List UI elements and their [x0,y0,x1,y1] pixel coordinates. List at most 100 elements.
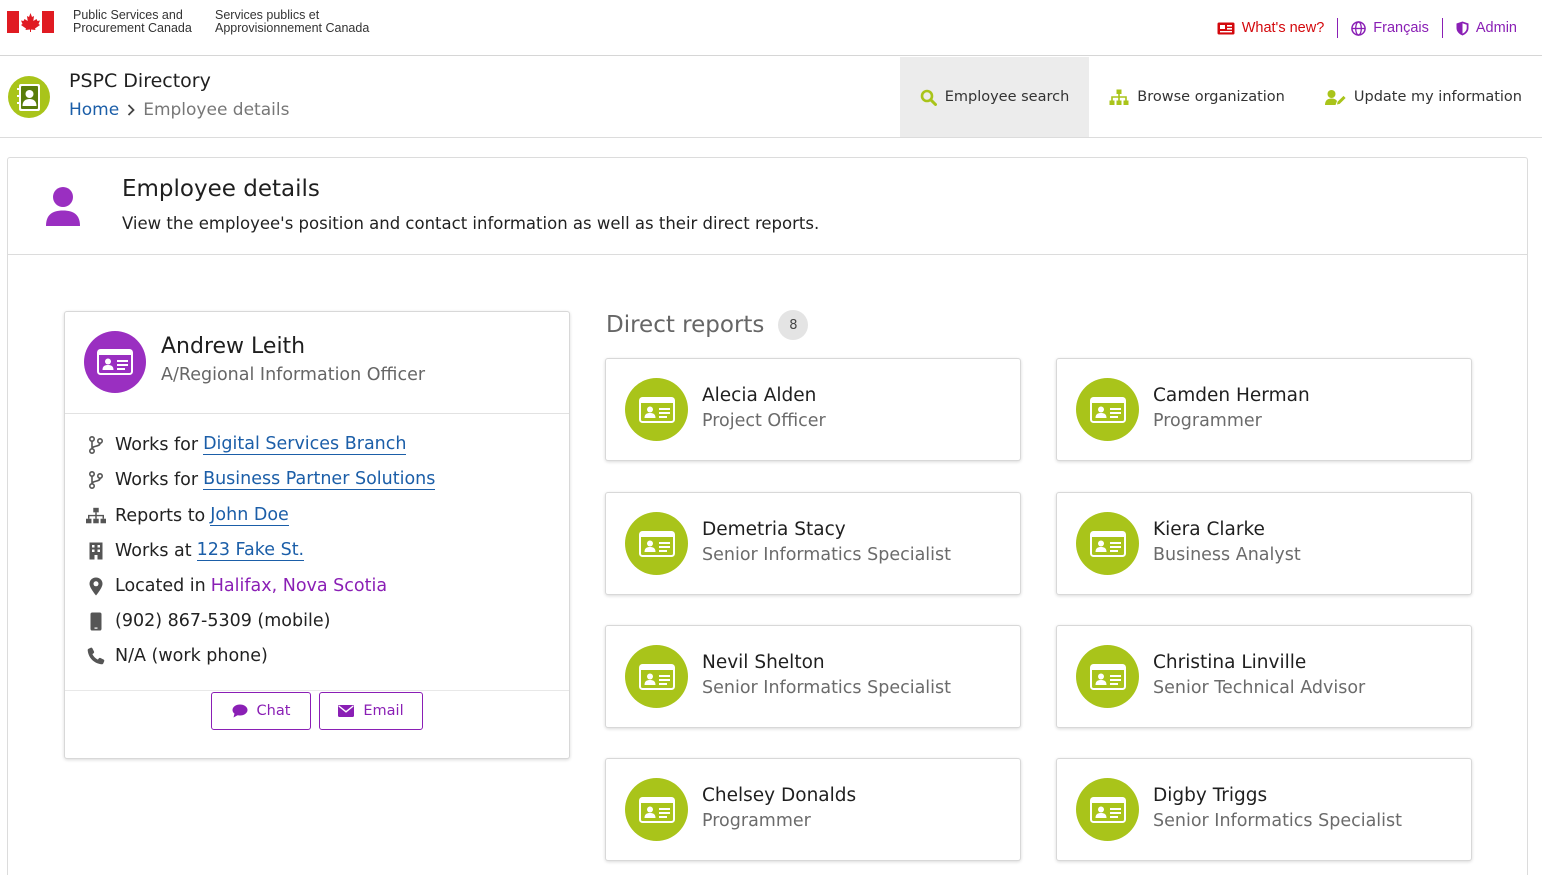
id-card-icon [97,349,133,375]
nav-browse-organization[interactable]: Browse organization [1089,57,1305,137]
id-card-icon [1089,396,1126,423]
employee-avatar [84,331,146,393]
report-name: Digby Triggs [1153,785,1268,806]
report-title: Senior Informatics Specialist [702,545,951,565]
report-avatar [1076,512,1139,575]
report-title: Business Analyst [1153,545,1301,565]
nav-update-my-information[interactable]: Update my information [1305,57,1542,137]
breadcrumb-home-link[interactable]: Home [69,100,119,120]
user-icon [46,187,80,226]
globe-icon [1351,20,1367,36]
id-card-icon [1089,796,1126,823]
id-card-icon [638,530,675,557]
id-card-icon [638,796,675,823]
language-toggle-link[interactable]: Français [1351,20,1429,36]
reports-to-row: Reports to John Doe [86,505,289,526]
department-name-fr: Services publics et Approvisionnement Ca… [215,8,370,35]
direct-reports-heading: Direct reports 8 [606,310,809,340]
direct-reports-count-badge: 8 [778,310,809,340]
id-card-icon [1089,663,1126,690]
envelope-icon [338,705,355,717]
report-name: Kiera Clarke [1153,519,1265,540]
direct-report-card[interactable]: Christina Linville Senior Technical Advis… [1056,625,1472,728]
building-icon [86,541,106,561]
direct-reports-title: Direct reports [606,312,765,338]
direct-report-card[interactable]: Nevil Shelton Senior Informatics Speciali… [605,625,1021,728]
org-chart-icon [1109,89,1129,105]
reports-to-link[interactable]: John Doe [210,505,289,526]
id-card-icon [638,663,675,690]
report-avatar [1076,378,1139,441]
breadcrumb: Home Employee details [69,100,289,120]
report-name: Nevil Shelton [702,652,825,673]
mobile-number: (902) 867-5309 (mobile) [115,611,331,631]
location-row: Located in Halifax, Nova Scotia [86,576,387,596]
employee-card-header: Andrew Leith A/Regional Information Offi… [65,312,569,414]
page-header: Employee details View the employee's pos… [8,158,1527,255]
breadcrumb-current: Employee details [143,100,290,120]
app-title: PSPC Directory [69,70,211,92]
direct-report-card[interactable]: Digby Triggs Senior Informatics Specialis… [1056,758,1472,861]
employee-actions: Chat Email [65,692,569,730]
nav-employee-search[interactable]: Employee search [899,57,1090,137]
location-value: Halifax, Nova Scotia [210,576,388,596]
works-at-row: Works at 123 Fake St. [86,540,305,561]
page-description: View the employee's position and contact… [122,214,820,233]
direct-report-card[interactable]: Alecia Alden Project Officer [605,358,1021,461]
news-icon [1217,22,1235,34]
search-icon [920,89,937,106]
chat-button[interactable]: Chat [211,692,311,730]
report-name: Chelsey Donalds [702,785,857,806]
work-phone-row: N/A (work phone) [86,646,268,666]
works-for-link-1[interactable]: Digital Services Branch [203,434,407,455]
gc-utility-links: What's new? Français Admin [1217,18,1517,38]
phone-icon [86,646,106,666]
report-name: Camden Herman [1153,385,1310,406]
app-header: PSPC Directory Home Employee details Emp… [0,57,1542,138]
shield-icon [1456,21,1469,35]
works-for-link-2[interactable]: Business Partner Solutions [203,469,436,490]
canada-flag-icon [7,11,54,33]
link-separator [1337,18,1339,38]
direct-report-card[interactable]: Demetria Stacy Senior Informatics Special… [605,492,1021,595]
report-avatar [1076,645,1139,708]
admin-link[interactable]: Admin [1456,20,1517,36]
employee-details-panel: Employee details View the employee's pos… [7,157,1528,875]
org-chart-icon [86,506,106,526]
map-pin-icon [86,576,106,596]
report-title: Senior Informatics Specialist [1153,811,1402,831]
report-name: Alecia Alden [702,385,817,406]
direct-report-card[interactable]: Chelsey Donalds Programmer [605,758,1021,861]
works-for-row: Works for Business Partner Solutions [86,469,436,490]
report-name: Christina Linville [1153,652,1307,673]
report-avatar [1076,778,1139,841]
page-title: Employee details [122,176,320,202]
department-name-en: Public Services and Procurement Canada [73,8,192,35]
employee-title: A/Regional Information Officer [161,365,426,385]
email-button[interactable]: Email [319,692,423,730]
id-card-icon [1089,530,1126,557]
chevron-right-icon [128,104,135,116]
report-avatar [625,645,688,708]
gc-header: Public Services and Procurement Canada S… [0,6,1542,56]
report-avatar [625,378,688,441]
branch-icon [86,470,106,490]
report-avatar [625,778,688,841]
employee-details-list: Works for Digital Services Branch Works … [65,414,569,691]
direct-report-card[interactable]: Kiera Clarke Business Analyst [1056,492,1472,595]
works-at-link[interactable]: 123 Fake St. [196,540,305,561]
user-edit-icon [1324,89,1346,105]
directory-logo-icon [8,76,50,118]
link-separator [1441,18,1443,38]
mobile-row: (902) 867-5309 (mobile) [86,611,330,631]
whats-new-link[interactable]: What's new? [1217,20,1324,36]
work-phone-number: N/A (work phone) [115,646,268,666]
main-nav: Employee search Browse organization Upda… [899,57,1542,137]
direct-report-card[interactable]: Camden Herman Programmer [1056,358,1472,461]
branch-icon [86,435,106,455]
report-title: Senior Technical Advisor [1153,678,1366,698]
report-title: Programmer [702,811,811,831]
works-for-row: Works for Digital Services Branch [86,434,407,455]
report-title: Project Officer [702,411,826,431]
chat-bubble-icon [232,704,248,718]
